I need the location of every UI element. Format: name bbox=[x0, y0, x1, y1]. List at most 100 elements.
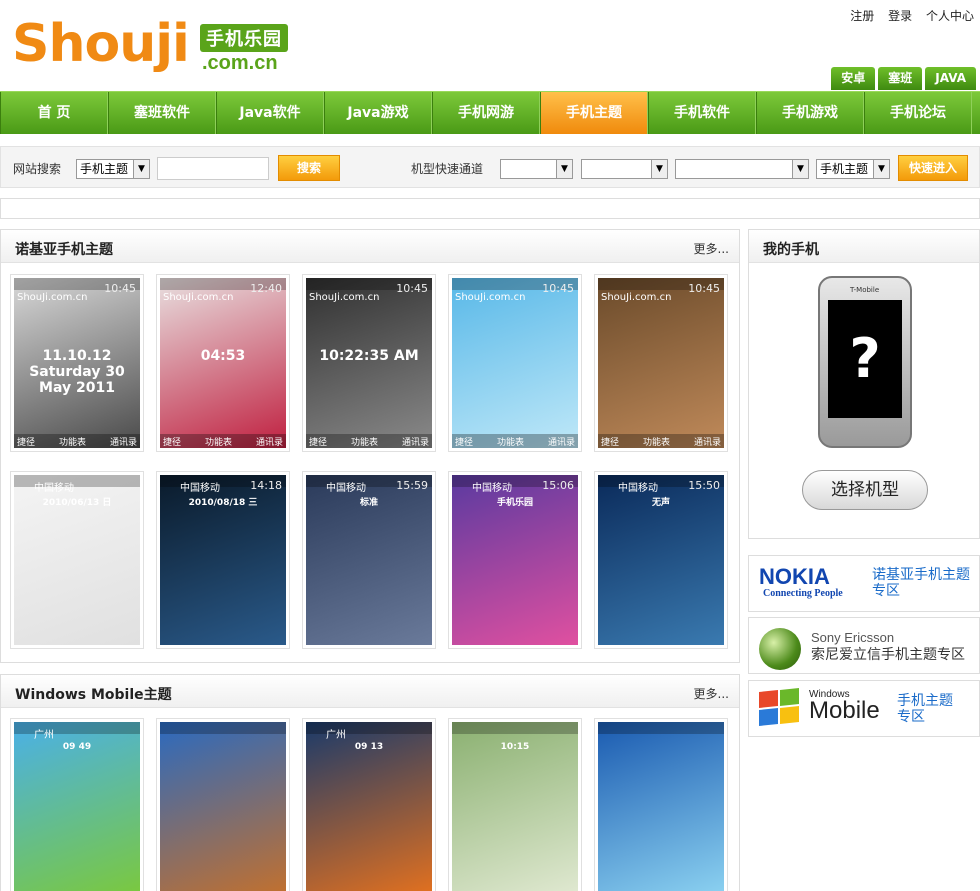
theme-preview-image: 中国移动 2010/06/13 日 bbox=[14, 475, 140, 645]
choose-model-button[interactable]: 选择机型 bbox=[802, 470, 928, 510]
nokia-zone-banner[interactable]: NOKIA Connecting People 诺基亚手机主题 专区 bbox=[748, 555, 980, 612]
search-category-select[interactable]: 手机主题 ▼ bbox=[76, 159, 150, 179]
site-watermark: ShouJi.com.cn bbox=[17, 292, 88, 303]
clock-text: 10:45 bbox=[542, 282, 574, 295]
phone-image[interactable]: T-Mobile ? bbox=[818, 276, 912, 448]
clock-text: 10:45 bbox=[688, 282, 720, 295]
panel-title: 诺基亚手机主题 bbox=[15, 242, 113, 258]
theme-caption: 10:22:35 AM bbox=[319, 348, 419, 364]
nav-item-0[interactable]: 首 页 bbox=[0, 92, 108, 134]
panel-title: Windows Mobile主题 bbox=[15, 687, 172, 703]
theme-thumbnail[interactable]: 中国移动 15:50 无声 bbox=[594, 471, 728, 649]
theme-thumbnail[interactable]: 中国移动 2010/06/13 日 bbox=[10, 471, 144, 649]
theme-preview-image: 广州 09 49 bbox=[14, 722, 140, 891]
theme-thumbnail[interactable]: 10:15 bbox=[448, 718, 582, 891]
operator-text: 中国移动 bbox=[180, 483, 220, 494]
theme-preview-image: 中国移动 15:59 标准 bbox=[306, 475, 432, 645]
theme-thumbnail[interactable]: 中国移动 15:59 标准 bbox=[302, 471, 436, 649]
nav-item-3[interactable]: Java游戏 bbox=[324, 92, 432, 134]
quick-brand-select[interactable]: ▼ bbox=[500, 159, 573, 179]
search-label: 网站搜索 bbox=[13, 162, 62, 176]
chevron-down-icon: ▼ bbox=[873, 160, 889, 178]
more-link[interactable]: 更多... bbox=[694, 685, 729, 702]
nokia-logo: NOKIA bbox=[759, 564, 830, 589]
softkey-bar: 捷径 功能表 通讯录 bbox=[306, 434, 432, 448]
tab-symbian[interactable]: 塞班 bbox=[878, 67, 923, 90]
nokia-zone-link-2[interactable]: 专区 bbox=[872, 583, 900, 599]
clock-text: 14:18 bbox=[250, 479, 282, 492]
sony-ericsson-zone-link[interactable]: 索尼爱立信手机主题专区 bbox=[811, 647, 965, 663]
theme-thumbnail[interactable] bbox=[594, 718, 728, 891]
status-bar bbox=[452, 722, 578, 734]
softkey-bar: 捷径 功能表 通讯录 bbox=[598, 434, 724, 448]
quick-category-select[interactable]: 手机主题 ▼ bbox=[816, 159, 890, 179]
theme-thumbnail[interactable]: ShouJi.com.cn 12:40 04:53 捷径 功能表 通讯录 bbox=[156, 274, 290, 452]
theme-thumbnail[interactable]: ShouJi.com.cn 10:45 11.10.12 Saturday 30 M… bbox=[10, 274, 144, 452]
clock-text: 15:06 bbox=[542, 479, 574, 492]
top-links: 注册 登录 个人中心 bbox=[840, 7, 974, 24]
user-center-link[interactable]: 个人中心 bbox=[926, 9, 974, 23]
windows-mobile-zone-banner[interactable]: Windows Mobile 手机主题 专区 bbox=[748, 680, 980, 737]
theme-thumbnail[interactable]: ShouJi.com.cn 10:45 10:22:35 AM 捷径 功能表 通讯录 bbox=[302, 274, 436, 452]
theme-preview-image: 中国移动 15:06 手机乐园 bbox=[452, 475, 578, 645]
theme-caption: 标准 bbox=[359, 498, 378, 508]
theme-thumbnail[interactable]: 广州 09 49 bbox=[10, 718, 144, 891]
nav-item-8[interactable]: 手机论坛 bbox=[864, 92, 972, 134]
tab-android[interactable]: 安卓 bbox=[831, 67, 876, 90]
theme-thumbnail[interactable]: ShouJi.com.cn 10:45 捷径 功能表 通讯录 bbox=[448, 274, 582, 452]
softkey-right: 通讯录 bbox=[255, 438, 283, 448]
theme-thumbnail[interactable]: 中国移动 14:18 2010/08/18 三 bbox=[156, 471, 290, 649]
theme-preview-image: ShouJi.com.cn 10:45 10:22:35 AM 捷径 功能表 通讯录 bbox=[306, 278, 432, 448]
search-button[interactable]: 搜索 bbox=[278, 155, 340, 181]
theme-thumbnail[interactable]: 中国移动 15:06 手机乐园 bbox=[448, 471, 582, 649]
softkey-right: 通讯录 bbox=[693, 438, 721, 448]
status-bar bbox=[306, 722, 432, 734]
theme-caption: 手机乐园 bbox=[496, 498, 533, 508]
quick-model-select[interactable]: ▼ bbox=[675, 159, 809, 179]
tab-java[interactable]: JAVA bbox=[925, 67, 976, 90]
chevron-down-icon: ▼ bbox=[651, 160, 667, 178]
status-bar bbox=[160, 722, 286, 734]
softkey-bar: 捷径 功能表 通讯录 bbox=[160, 434, 286, 448]
nav-item-2[interactable]: Java软件 bbox=[216, 92, 324, 134]
logo-wordmark: Shouji bbox=[12, 14, 190, 74]
quick-enter-button[interactable]: 快速进入 bbox=[898, 155, 968, 181]
theme-caption: 10:15 bbox=[500, 742, 530, 752]
register-link[interactable]: 注册 bbox=[850, 9, 874, 23]
theme-caption: 09 49 bbox=[62, 742, 92, 752]
softkey-left: 捷径 bbox=[17, 438, 36, 448]
wm-zone-link-2[interactable]: 专区 bbox=[897, 709, 925, 725]
status-bar bbox=[14, 722, 140, 734]
more-link[interactable]: 更多... bbox=[694, 240, 729, 257]
theme-preview-image bbox=[598, 722, 724, 891]
quick-category-value: 手机主题 bbox=[820, 162, 869, 176]
sony-ericsson-zone-banner[interactable]: Sony Ericsson 索尼爱立信手机主题专区 bbox=[748, 617, 980, 674]
theme-thumbnail[interactable]: 广州 09 13 bbox=[302, 718, 436, 891]
softkey-mid: 功能表 bbox=[350, 438, 378, 448]
chevron-down-icon: ▼ bbox=[792, 160, 808, 178]
clock-text: 15:50 bbox=[688, 479, 720, 492]
theme-preview-image: 10:15 bbox=[452, 722, 578, 891]
nav-item-6[interactable]: 手机软件 bbox=[648, 92, 756, 134]
windows-mobile-wordmark: Windows Mobile bbox=[809, 689, 880, 723]
nokia-zone-link[interactable]: 诺基亚手机主题 bbox=[872, 567, 970, 583]
quick-series-select[interactable]: ▼ bbox=[581, 159, 668, 179]
nav-item-4[interactable]: 手机网游 bbox=[432, 92, 540, 134]
softkey-mid: 功能表 bbox=[58, 438, 86, 448]
theme-preview-image: ShouJi.com.cn 10:45 捷径 功能表 通讯录 bbox=[452, 278, 578, 448]
search-input[interactable] bbox=[157, 157, 269, 180]
panel-header: Windows Mobile主题 更多... bbox=[1, 675, 739, 708]
theme-thumbnail[interactable]: ShouJi.com.cn 10:45 捷径 功能表 通讯录 bbox=[594, 274, 728, 452]
softkey-left: 捷径 bbox=[601, 438, 620, 448]
nav-item-1[interactable]: 塞班软件 bbox=[108, 92, 216, 134]
clock-text: 10:45 bbox=[104, 282, 136, 295]
login-link[interactable]: 登录 bbox=[888, 9, 912, 23]
wm-zone-link[interactable]: 手机主题 bbox=[897, 693, 953, 709]
nav-item-7[interactable]: 手机游戏 bbox=[756, 92, 864, 134]
nav-item-5[interactable]: 手机主题 bbox=[540, 92, 648, 134]
theme-preview-image: 广州 09 13 bbox=[306, 722, 432, 891]
site-watermark: ShouJi.com.cn bbox=[455, 292, 526, 303]
site-logo[interactable]: Shouji 手机乐园 .com.cn bbox=[12, 14, 302, 80]
theme-caption: 09 13 bbox=[354, 742, 384, 752]
theme-thumbnail[interactable] bbox=[156, 718, 290, 891]
